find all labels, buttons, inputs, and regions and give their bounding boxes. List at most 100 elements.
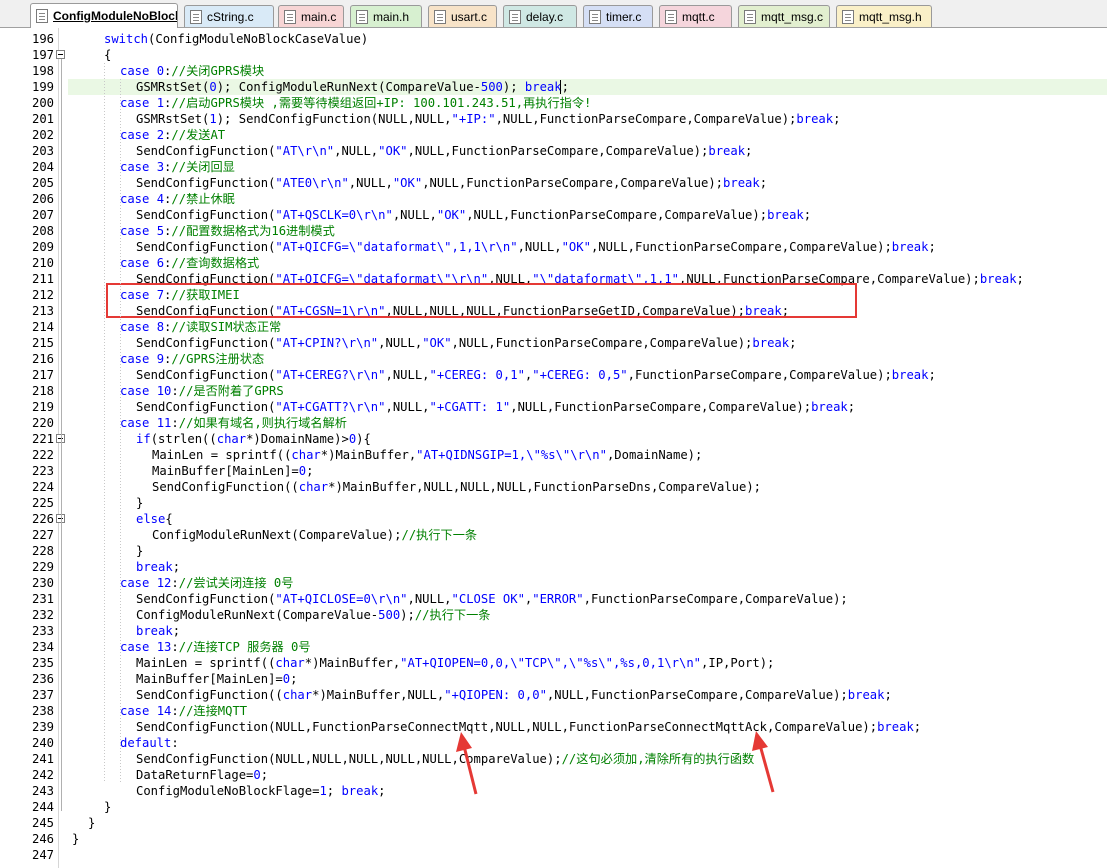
keyword-token: case: [120, 192, 150, 206]
keyword-token: break: [979, 272, 1017, 286]
keyword-token: 0: [298, 464, 307, 478]
line-number: 228: [31, 544, 54, 558]
file-icon: [36, 9, 48, 23]
code-token: ,NULL,FunctionParseCompare,CompareValue)…: [422, 176, 724, 190]
file-tab[interactable]: usart.c: [428, 5, 497, 27]
string-token: "AT+QICFG=\"dataformat\",1,1\r\n": [275, 240, 518, 254]
string-token: "+CEREG: 0,1": [429, 368, 525, 382]
file-tab[interactable]: mqtt_msg.h: [836, 5, 932, 27]
code-token: GSMRstSet(: [136, 80, 210, 94]
comment-token: //关闭GPRS模块: [171, 64, 265, 78]
line-number: 200: [31, 96, 54, 110]
file-tab-label: mqtt_msg.c: [761, 9, 824, 24]
line-number: 233: [31, 624, 54, 638]
code-token: ;: [928, 368, 936, 382]
code-token: ,NULL,FunctionParseCompare,CompareValue)…: [546, 688, 848, 702]
keyword-token: break: [136, 560, 173, 574]
line-number: 206: [31, 192, 54, 206]
code-token: ,NULL,FunctionParseCompare,CompareValue)…: [590, 240, 892, 254]
code-token: ;: [847, 400, 856, 414]
keyword-token: 11: [156, 416, 172, 430]
code-line: SendConfigFunction((char*)MainBuffer,NUL…: [68, 687, 892, 703]
line-number: 232: [31, 608, 54, 622]
file-tab-label: timer.c: [606, 9, 642, 24]
line-number: 204: [31, 160, 54, 174]
code-token: :: [171, 640, 179, 654]
code-token: ,NULL,FunctionParseCompare,CompareValue)…: [466, 208, 768, 222]
code-token: ,FunctionParseCompare,CompareValue);: [627, 368, 892, 382]
comment-token: //查询数据格式: [171, 256, 260, 270]
string-token: "AT+CGATT?\r\n": [275, 400, 386, 414]
file-tab[interactable]: mqtt.c: [659, 5, 732, 27]
file-tab[interactable]: main.c: [278, 5, 344, 27]
code-token: ;: [378, 784, 386, 798]
keyword-token: case: [120, 640, 150, 654]
keyword-token: 500: [378, 608, 401, 622]
code-token: MainLen = sprintf((: [136, 656, 276, 670]
fold-toggle-icon[interactable]: [56, 50, 65, 59]
code-token: ,NULL,: [407, 592, 452, 606]
comment-token: //执行下一条: [401, 528, 478, 542]
code-token: SendConfigFunction(: [136, 208, 276, 222]
code-line: ConfigModuleNoBlockFlage=1; break;: [68, 783, 386, 799]
code-token: ConfigModuleNoBlockFlage=: [136, 784, 320, 798]
comment-token: //配置数据格式为16进制模式: [171, 224, 335, 238]
keyword-token: 500: [480, 80, 503, 94]
keyword-token: 10: [156, 384, 172, 398]
code-line: }: [68, 815, 95, 831]
code-token: ConfigModuleRunNext(CompareValue);: [152, 528, 402, 542]
code-token: ,NULL,: [334, 144, 379, 158]
keyword-token: case: [120, 416, 150, 430]
file-tab[interactable]: main.h: [350, 5, 422, 27]
line-number: 211: [31, 272, 54, 286]
keyword-token: case: [120, 384, 150, 398]
code-token: ,NULL,FunctionParseCompare,CompareValue)…: [407, 144, 709, 158]
code-line: ConfigModuleRunNext(CompareValue-500);//…: [68, 607, 490, 623]
code-token: ,NULL,: [517, 240, 562, 254]
file-icon: [589, 9, 601, 24]
string-token: "AT+QIOPEN=0,0,\"TCP\",\"%s\",%s,0,1\r\n…: [400, 656, 702, 670]
file-tab[interactable]: ConfigModuleNoBlock.c: [30, 3, 178, 28]
keyword-token: break: [752, 336, 790, 350]
code-line: }: [68, 799, 111, 815]
file-tab-bar: ConfigModuleNoBlock.c cString.c main.c main…: [0, 0, 1107, 28]
code-token: *)MainBuffer,: [304, 656, 401, 670]
code-token: );: [502, 80, 525, 94]
line-number: 220: [31, 416, 54, 430]
keyword-token: break: [796, 112, 834, 126]
code-line: {: [68, 47, 111, 63]
keyword-token: char: [275, 656, 305, 670]
line-number: 227: [31, 528, 54, 542]
line-number: 219: [31, 400, 54, 414]
code-line: case 6://查询数据格式: [68, 255, 259, 271]
keyword-token: case: [120, 224, 150, 238]
code-token: }: [136, 496, 144, 510]
line-number: 210: [31, 256, 54, 270]
code-line: case 4://禁止休眠: [68, 191, 235, 207]
code-token: :: [171, 736, 179, 750]
file-tab-label: main.c: [301, 9, 337, 24]
code-token: (ConfigModuleNoBlockCaseValue): [148, 32, 369, 46]
file-tab[interactable]: delay.c: [503, 5, 577, 27]
code-token: MainLen = sprintf((: [152, 448, 292, 462]
code-token: :: [171, 704, 179, 718]
keyword-token: 0: [209, 80, 217, 94]
file-tab[interactable]: mqtt_msg.c: [738, 5, 830, 27]
code-editor[interactable]: switch(ConfigModuleNoBlockCaseValue){cas…: [68, 28, 1107, 868]
comment-token: //GPRS注册状态: [171, 352, 265, 366]
code-token: ){: [356, 432, 371, 446]
code-token: ;: [833, 112, 841, 126]
code-token: SendConfigFunction(: [136, 592, 276, 606]
text-caret: [560, 80, 561, 94]
keyword-token: break: [811, 400, 848, 414]
code-token: ;: [1016, 272, 1024, 286]
line-number: 238: [31, 704, 54, 718]
code-token: *)DomainName)>: [246, 432, 349, 446]
keyword-token: break: [767, 208, 804, 222]
file-tab[interactable]: cString.c: [184, 5, 274, 27]
file-tab[interactable]: timer.c: [583, 5, 653, 27]
code-token: ;: [260, 768, 269, 782]
